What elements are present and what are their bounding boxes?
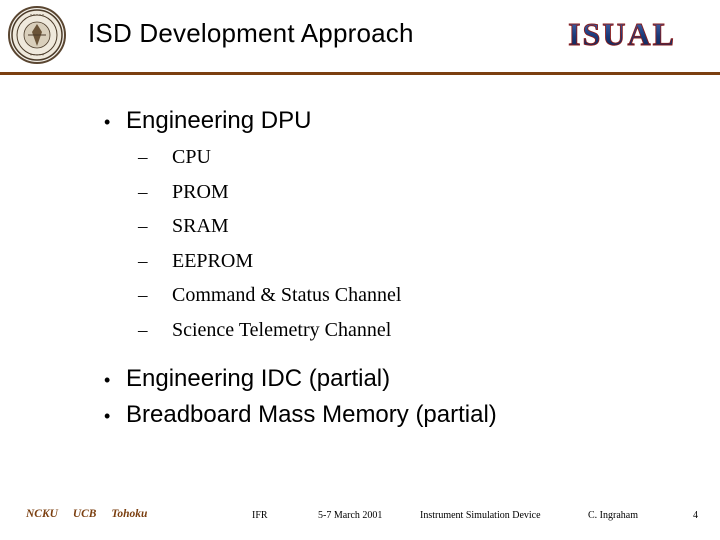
dash-marker: – [138, 285, 148, 306]
svg-text:* * * * *: * * * * * [30, 53, 44, 58]
footer-date: 5-7 March 2001 [318, 510, 383, 521]
dash-marker: – [138, 147, 148, 168]
header-divider [0, 72, 720, 75]
sub-bullet-item: – SRAM [0, 215, 720, 238]
page-title: ISD Development Approach [88, 18, 414, 48]
bullet-marker: • [104, 369, 111, 390]
sub-bullet-item: – Science Telemetry Channel [0, 319, 720, 342]
bullet-item-2: • Engineering IDC (partial) [0, 364, 720, 394]
sub-bullet-label: EEPROM [172, 249, 254, 272]
dash-marker: – [138, 250, 148, 272]
footer-author: C. Ingraham [588, 510, 638, 521]
sub-bullet-label: PROM [172, 180, 229, 203]
university-seal-icon: * * * * * * * * * * [8, 6, 66, 64]
bullet-label: Engineering IDC (partial) [126, 364, 391, 392]
affiliation-tohoku: Tohoku [111, 508, 148, 520]
isual-logo: ISUAL [532, 12, 712, 56]
sub-bullet-label: Science Telemetry Channel [172, 318, 392, 341]
bullet-marker: • [104, 112, 111, 132]
affiliation-ucb: UCB [72, 508, 97, 520]
bullet-marker: • [104, 405, 111, 426]
sub-bullet-label: Command & Status Channel [172, 284, 402, 306]
bullet-item-3: • Breadboard Mass Memory (partial) [0, 400, 720, 430]
sub-bullet-item: – Command & Status Channel [0, 284, 720, 307]
sub-bullet-list: – CPU – PROM – SRAM – EEPROM – Command &… [0, 146, 720, 342]
dash-marker: – [138, 181, 148, 203]
footer-page-number: 4 [693, 510, 698, 521]
bullet-item-1: • Engineering DPU [0, 106, 720, 136]
sub-bullet-item: – EEPROM [0, 250, 720, 273]
svg-text:ISUAL: ISUAL [568, 16, 676, 52]
slide-header: * * * * * * * * * * ISD Development Appr… [0, 0, 720, 75]
svg-text:* * * * *: * * * * * [30, 13, 44, 18]
footer-document-title: Instrument Simulation Device [420, 510, 541, 521]
dash-marker: – [138, 216, 148, 237]
slide-footer: NCKU UCB Tohoku IFR 5-7 March 2001 Instr… [0, 498, 720, 540]
footer-review-label: IFR [252, 510, 268, 521]
footer-affiliations: NCKU UCB Tohoku [26, 508, 147, 520]
affiliation-nckua: NCKU [26, 508, 58, 520]
bullet-label: Engineering DPU [126, 107, 312, 134]
slide-content: • Engineering DPU – CPU – PROM – SRAM – … [0, 106, 720, 436]
sub-bullet-item: – CPU [0, 146, 720, 169]
bullet-label: Breadboard Mass Memory (partial) [126, 400, 497, 428]
sub-bullet-item: – PROM [0, 181, 720, 204]
sub-bullet-label: SRAM [172, 215, 229, 237]
dash-marker: – [138, 319, 148, 341]
sub-bullet-label: CPU [172, 146, 211, 168]
lower-bullet-group: • Engineering IDC (partial) • Breadboard… [0, 364, 720, 430]
